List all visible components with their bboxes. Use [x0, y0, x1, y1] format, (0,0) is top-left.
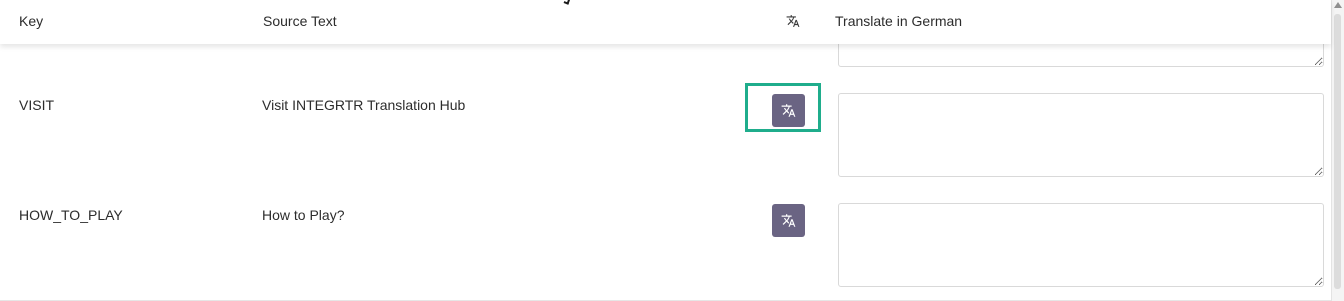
table-row [0, 14, 1331, 81]
auto-translate-button[interactable] [772, 204, 805, 237]
row-key: VISIT [19, 97, 55, 113]
table-row: VISIT Visit INTEGRTR Translation Hub [0, 80, 1331, 191]
translate-icon [786, 14, 800, 31]
column-header-translate-german[interactable]: Translate in German [835, 13, 962, 29]
scroll-up-arrow-icon[interactable] [1334, 2, 1342, 8]
translation-input[interactable] [838, 93, 1324, 177]
row-source-text: How to Play? [262, 207, 345, 223]
translate-icon [781, 213, 796, 228]
column-header-key[interactable]: Key [19, 13, 43, 29]
table-header: Key Source Text Translate in German [0, 0, 1331, 44]
table-row: HOW_TO_PLAY How to Play? [0, 190, 1331, 301]
row-key: HOW_TO_PLAY [19, 207, 123, 223]
translation-table: Key Source Text Translate in German VISI… [0, 0, 1331, 301]
column-header-source-text[interactable]: Source Text [263, 13, 337, 29]
row-source-text: Visit INTEGRTR Translation Hub [262, 97, 466, 113]
scrollbar-thumb[interactable] [1334, 14, 1341, 289]
translation-input[interactable] [838, 203, 1324, 287]
highlight-box [745, 83, 821, 132]
